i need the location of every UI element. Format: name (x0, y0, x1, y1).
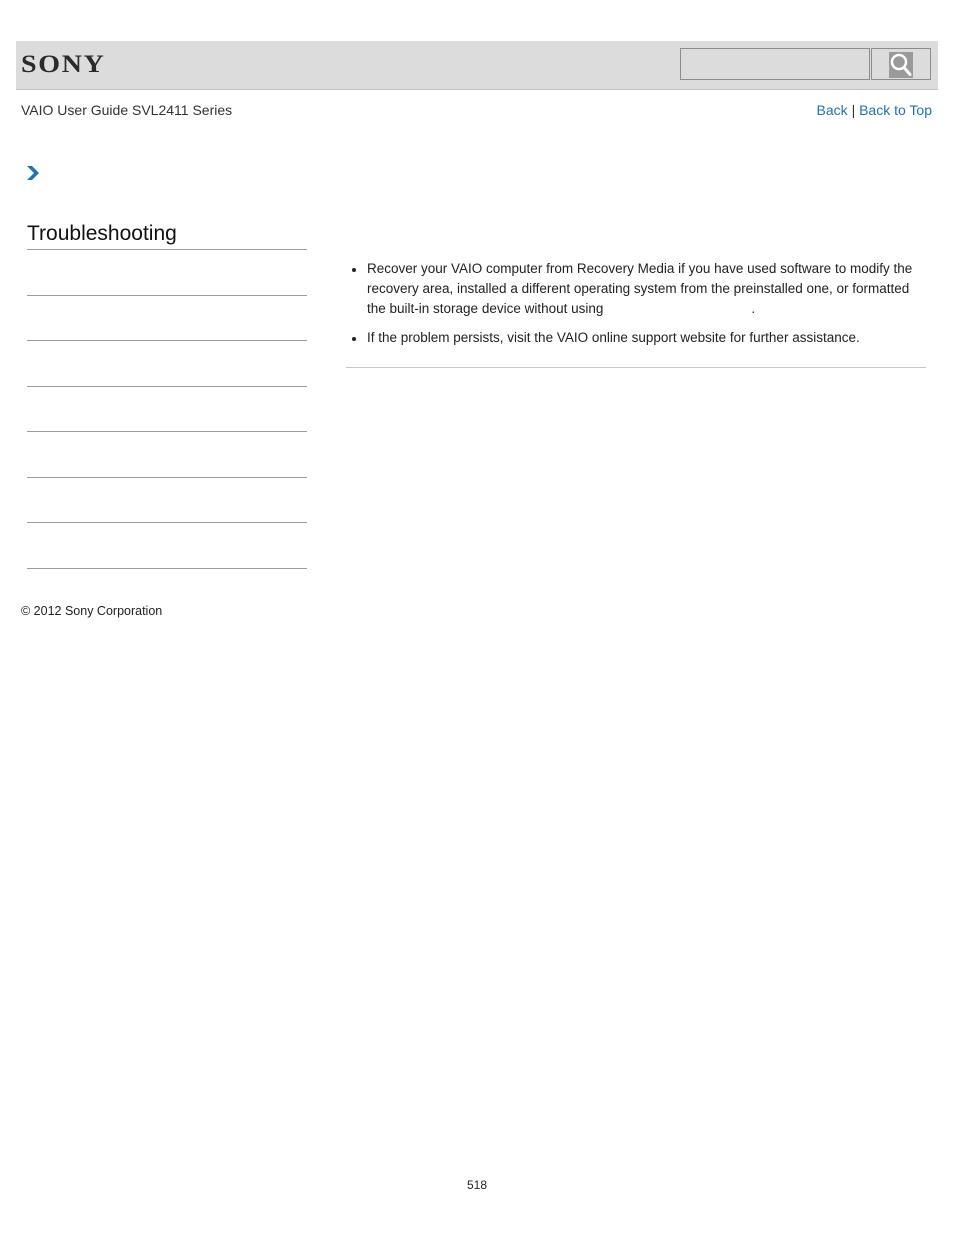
page-number: 518 (466, 1178, 488, 1192)
nav-separator: | (851, 102, 856, 118)
search-icon (889, 52, 913, 78)
copyright: © 2012 Sony Corporation (21, 604, 163, 618)
guide-title: VAIO User Guide SVL2411 Series (21, 102, 233, 118)
content-divider (346, 367, 926, 368)
nav-links: Back | Back to Top (817, 102, 932, 118)
sidebar-item[interactable] (27, 431, 307, 432)
sony-logo: SONY (21, 51, 106, 78)
sidebar-item[interactable] (27, 295, 307, 296)
bullet-text: If the problem persists, visit the VAIO … (367, 330, 860, 345)
sidebar-item[interactable] (27, 568, 307, 569)
header-bar: SONY (16, 41, 938, 90)
sidebar-divider (27, 249, 307, 250)
bullet-text: Recover your VAIO computer from Recovery… (367, 261, 913, 316)
list-item: If the problem persists, visit the VAIO … (352, 328, 918, 348)
bullet-trailing: . (751, 301, 756, 316)
back-link[interactable]: Back (817, 102, 848, 118)
main-content: Recover your VAIO computer from Recovery… (348, 259, 918, 357)
sidebar-item[interactable] (27, 522, 307, 523)
sidebar-item[interactable] (27, 386, 307, 387)
sidebar-title: Troubleshooting (27, 222, 177, 245)
search-button[interactable] (871, 48, 931, 80)
sidebar-item[interactable] (27, 477, 307, 478)
list-item: Recover your VAIO computer from Recovery… (352, 259, 918, 319)
sidebar-item[interactable] (27, 340, 307, 341)
back-to-top-link[interactable]: Back to Top (859, 102, 932, 118)
bullet-list: Recover your VAIO computer from Recovery… (348, 259, 918, 348)
chevron-right-icon[interactable] (26, 165, 40, 186)
search-input[interactable] (680, 48, 870, 80)
